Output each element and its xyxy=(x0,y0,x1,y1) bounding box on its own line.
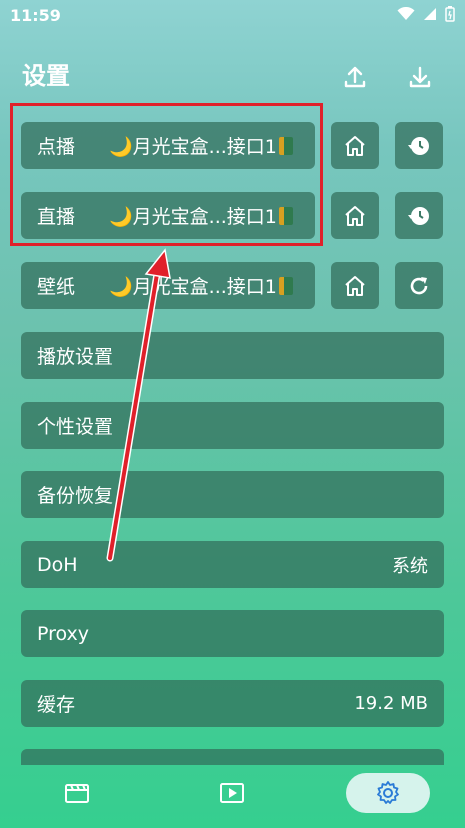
nav-vod-button[interactable] xyxy=(55,773,99,813)
nav-settings-button[interactable] xyxy=(346,773,430,813)
play-icon xyxy=(220,783,244,803)
film-icon xyxy=(65,784,89,803)
bottom-nav xyxy=(0,765,465,828)
annotation-arrow xyxy=(106,248,171,562)
settings-icon xyxy=(377,781,399,804)
nav-live-button[interactable] xyxy=(210,773,254,813)
